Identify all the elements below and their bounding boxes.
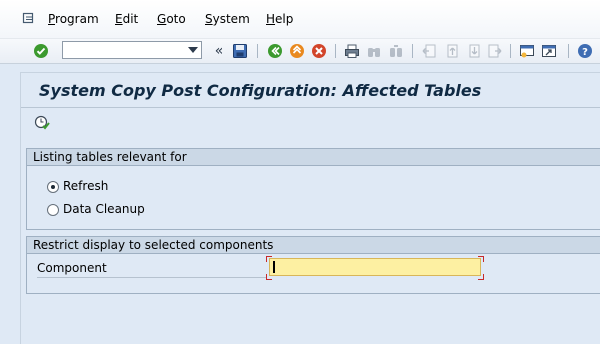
menu-program-label: rogram (55, 12, 99, 26)
title-separator (21, 107, 600, 108)
last-page-icon[interactable] (486, 42, 504, 60)
exit-icon[interactable] (288, 42, 306, 60)
menu-goto[interactable]: Goto (157, 12, 186, 26)
toolbar-separator (412, 44, 413, 58)
menu-program[interactable]: Program (48, 12, 99, 26)
shortcut-icon[interactable] (540, 42, 558, 60)
enter-check-icon[interactable] (32, 42, 50, 60)
focus-corner-icon (478, 256, 484, 262)
command-field[interactable] (62, 41, 202, 59)
selection-screen: Listing tables relevant for Refresh Data… (20, 142, 600, 344)
menu-window-icon[interactable] (22, 12, 34, 24)
focus-corner-icon (266, 274, 272, 280)
menu-edit-mnemonic: E (115, 12, 123, 26)
menu-help-label: elp (275, 12, 294, 26)
menu-program-mnemonic: P (48, 12, 56, 26)
create-session-icon[interactable] (518, 42, 536, 60)
title-area: System Copy Post Configuration: Affected… (20, 72, 600, 143)
collapse-icon[interactable]: « (210, 42, 228, 60)
refresh-radio[interactable] (47, 181, 59, 193)
menu-system-mnemonic: S (205, 12, 213, 26)
toolbar-separator (510, 44, 511, 58)
component-label: Component (37, 261, 267, 278)
menu-goto-mnemonic: G (157, 12, 167, 26)
listing-group-title: Listing tables relevant for (27, 149, 600, 166)
data-cleanup-radio[interactable] (47, 204, 59, 216)
find-next-icon[interactable] (387, 42, 405, 60)
listing-group: Listing tables relevant for Refresh Data… (26, 148, 600, 230)
restrict-group: Restrict display to selected components … (26, 236, 600, 294)
execute-icon[interactable] (34, 114, 50, 130)
menu-help-mnemonic: H (266, 12, 276, 26)
refresh-radio-label[interactable]: Refresh (63, 179, 108, 193)
print-icon[interactable] (343, 42, 361, 60)
find-icon[interactable] (365, 42, 383, 60)
menu-bar: Program Edit Goto System Help (0, 0, 600, 38)
data-cleanup-radio-label[interactable]: Data Cleanup (63, 202, 145, 216)
menu-system[interactable]: System (205, 12, 250, 26)
toolbar-separator (335, 44, 336, 58)
toolbar-separator (568, 44, 569, 58)
restrict-group-title: Restrict display to selected components (27, 237, 600, 254)
menu-help[interactable]: Help (266, 12, 293, 26)
next-page-icon[interactable] (464, 42, 482, 60)
back-icon[interactable] (266, 42, 284, 60)
menu-edit[interactable]: Edit (115, 12, 138, 26)
menu-goto-label: oto (166, 12, 186, 26)
standard-toolbar: « ? (0, 38, 600, 64)
svg-text:?: ? (582, 47, 588, 58)
toolbar-separator (257, 44, 258, 58)
help-icon[interactable]: ? (576, 42, 594, 60)
save-icon[interactable] (231, 42, 249, 60)
component-input[interactable] (269, 258, 481, 276)
menu-system-label: ystem (212, 12, 250, 26)
cancel-icon[interactable] (310, 42, 328, 60)
first-page-icon[interactable] (420, 42, 438, 60)
focus-corner-icon (266, 256, 272, 262)
text-cursor (273, 261, 275, 273)
menu-edit-label: dit (122, 12, 139, 26)
chevron-down-icon[interactable] (188, 47, 198, 53)
previous-page-icon[interactable] (442, 42, 460, 60)
focus-corner-icon (478, 274, 484, 280)
page-title: System Copy Post Configuration: Affected… (39, 81, 482, 100)
